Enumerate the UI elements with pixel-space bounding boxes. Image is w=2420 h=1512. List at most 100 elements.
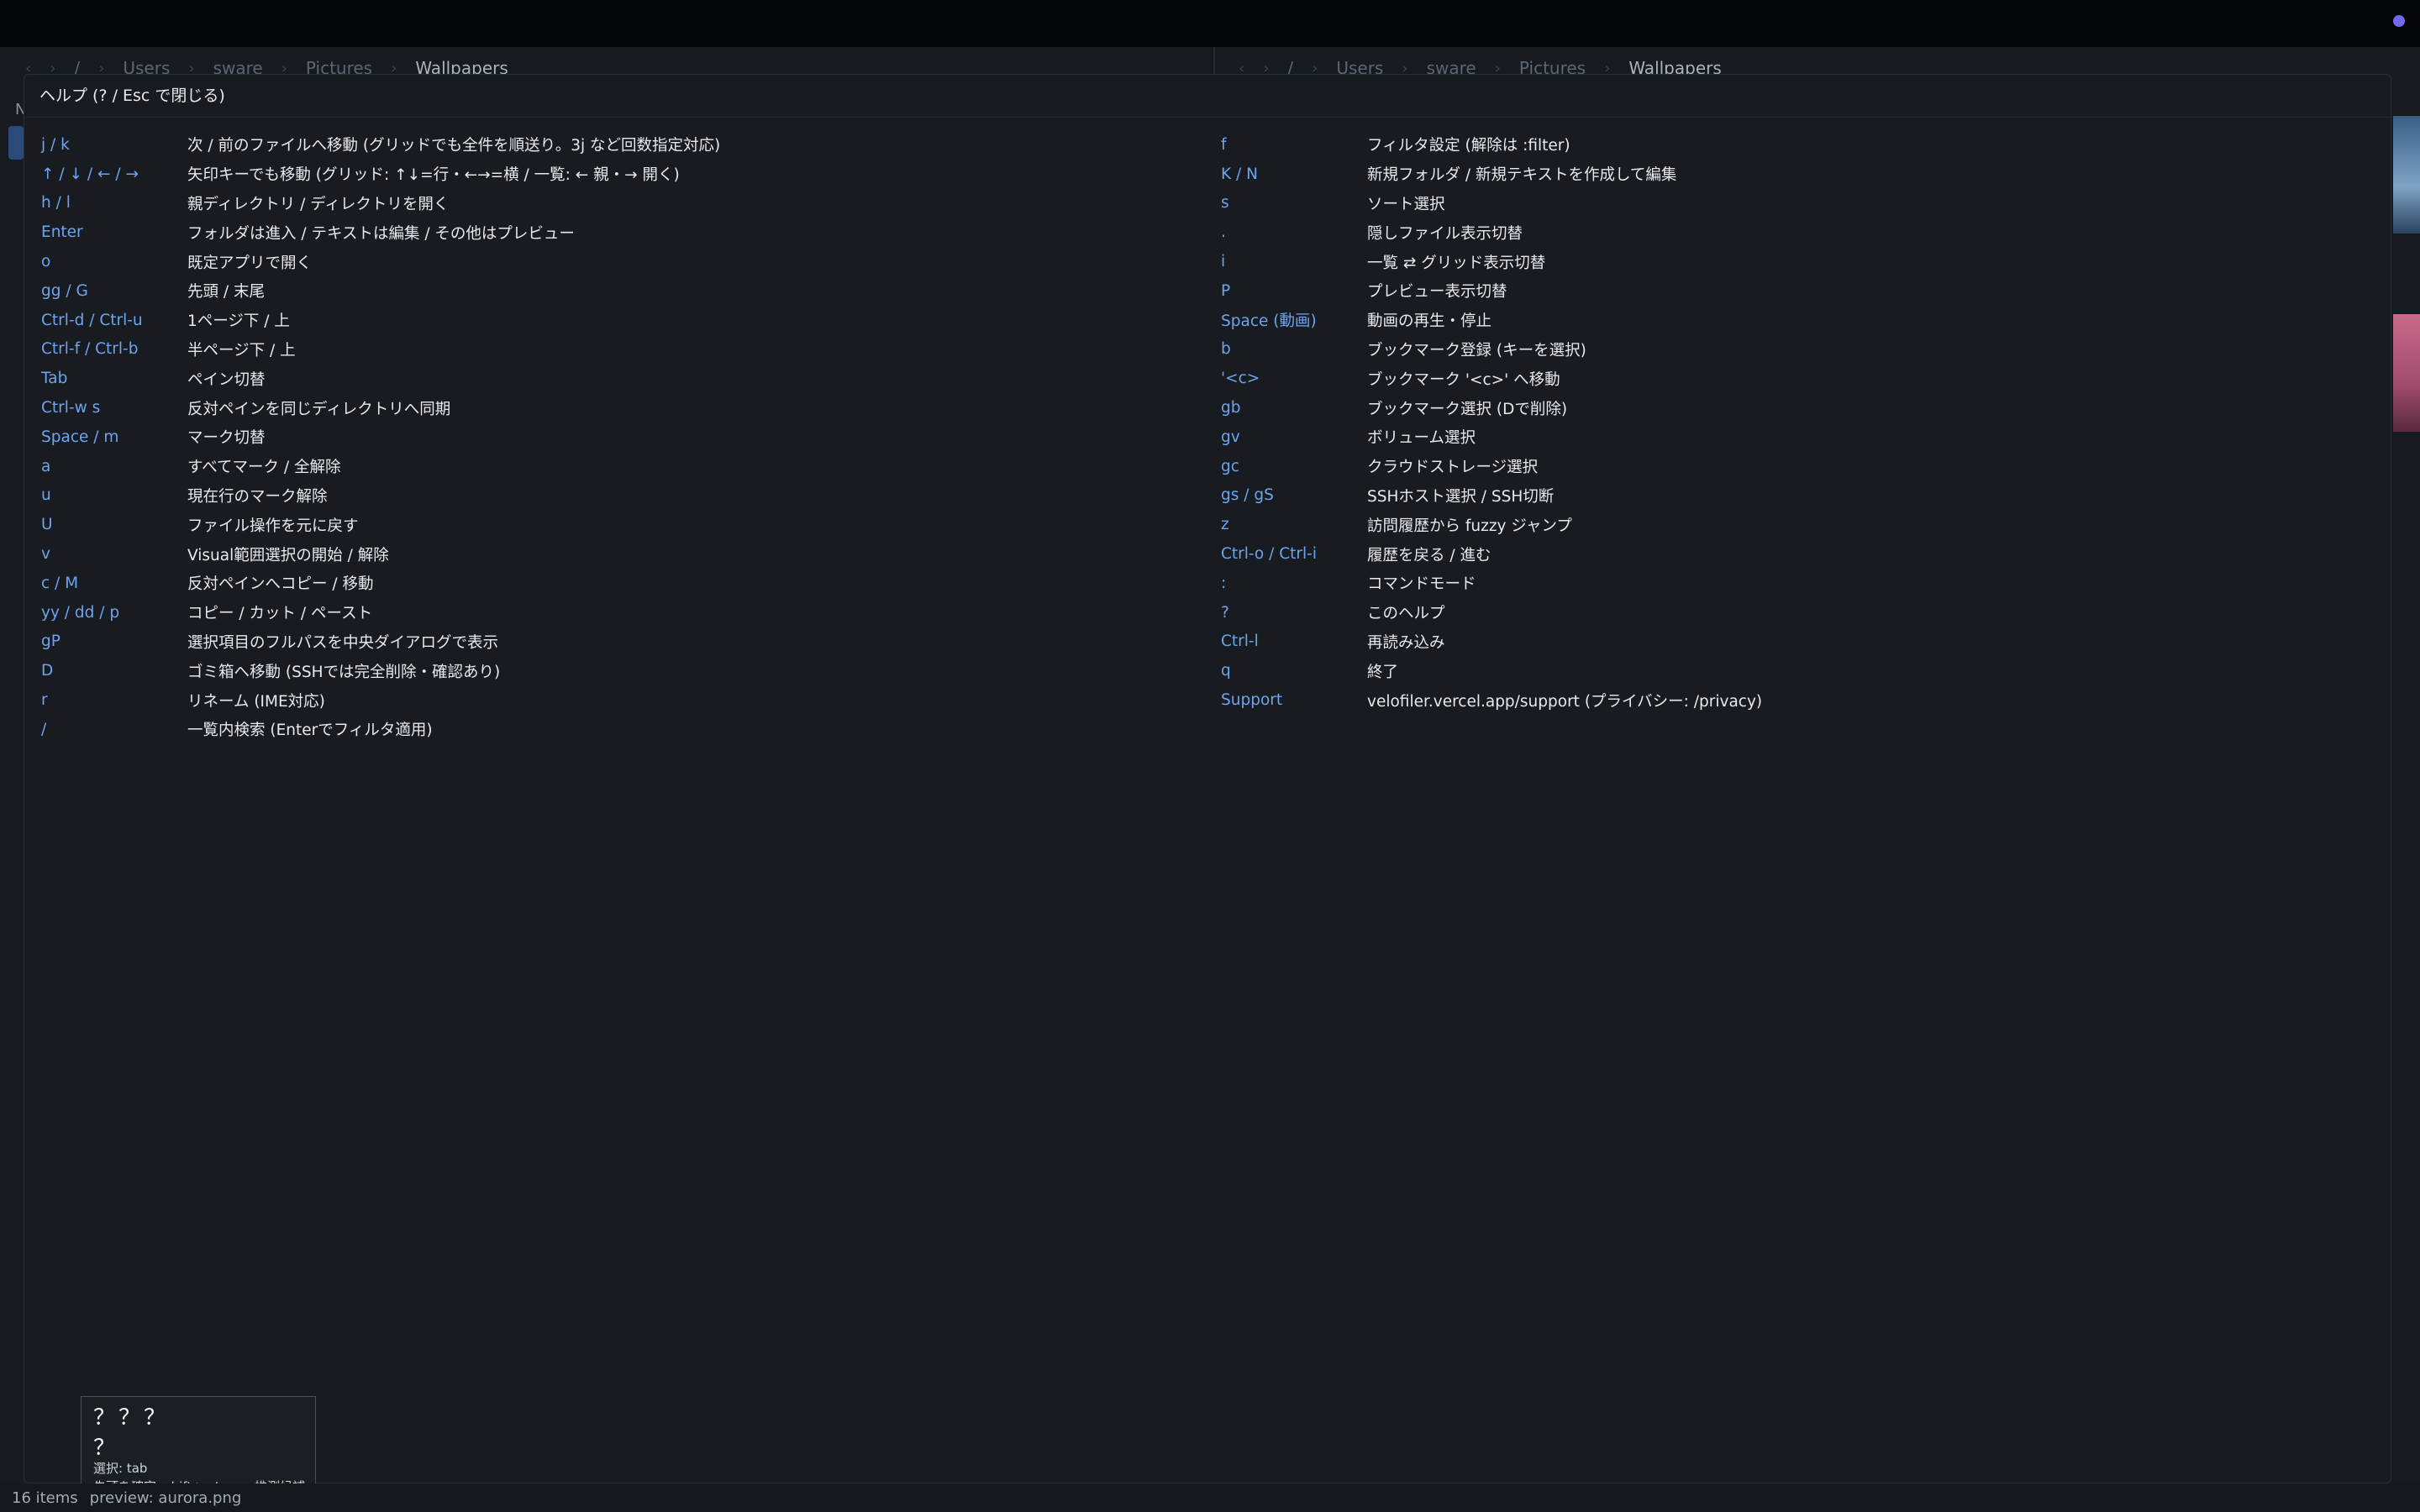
shortcut-row: Ctrl-w s 反対ペインを同じディレクトリへ同期 bbox=[41, 393, 1218, 423]
shortcut-description: リネーム (IME対応) bbox=[187, 692, 325, 711]
shortcut-description: このヘルプ bbox=[1367, 605, 1445, 623]
shortcut-row: gb ブックマーク選択 (Dで削除) bbox=[1221, 393, 2381, 423]
shortcut-key: i bbox=[1221, 253, 1226, 271]
shortcut-description: コピー / カット / ペースト bbox=[187, 605, 373, 623]
shortcut-row: Enter フォルダは進入 / テキストは編集 / その他はプレビュー bbox=[41, 218, 1218, 247]
shortcut-description: すべてマーク / 全解除 bbox=[187, 459, 341, 477]
shortcut-description: 新規フォルダ / 新規テキストを作成して編集 bbox=[1367, 166, 1677, 185]
shortcut-row: Ctrl-f / Ctrl-b 半ページ下 / 上 bbox=[41, 335, 1218, 365]
shortcut-row: j / k 次 / 前のファイルへ移動 (グリッドでも全件を順送り。3j など回数… bbox=[41, 130, 1218, 160]
shortcut-description: クラウドストレージ選択 bbox=[1367, 459, 1539, 477]
shortcut-key: . bbox=[1221, 223, 1226, 242]
shortcut-key: Support bbox=[1221, 691, 1283, 710]
selected-row-highlight bbox=[8, 126, 24, 160]
shortcut-key: / bbox=[41, 720, 47, 738]
shortcut-key: c / M bbox=[41, 574, 79, 592]
shortcut-description: 再読み込み bbox=[1367, 633, 1445, 652]
shortcut-description: velofiler.vercel.app/support (プライバシー: /p… bbox=[1367, 692, 1763, 711]
shortcut-key: D bbox=[41, 662, 54, 680]
shortcut-key: Ctrl-o / Ctrl-i bbox=[1221, 545, 1317, 564]
shortcut-description: フィルタ設定 (解除は :filter) bbox=[1367, 137, 1570, 155]
recording-indicator-icon bbox=[2393, 15, 2405, 27]
shortcut-key: '<c> bbox=[1221, 370, 1260, 388]
shortcut-row: Space / m マーク切替 bbox=[41, 423, 1218, 452]
shortcut-row: Ctrl-l 再読み込み bbox=[1221, 627, 2381, 657]
shortcut-description: 現在行のマーク解除 bbox=[187, 487, 328, 506]
ime-candidate-popup: ？？？ ？ 選択: tab 先頭を確定: shift+return 推測候補 bbox=[81, 1396, 316, 1495]
shortcut-key: f bbox=[1221, 135, 1227, 154]
shortcut-key: z bbox=[1221, 516, 1229, 534]
shortcut-row: yy / dd / p コピー / カット / ペースト bbox=[41, 598, 1218, 627]
shortcut-row: Ctrl-o / Ctrl-i 履歴を戻る / 進む bbox=[1221, 539, 2381, 569]
shortcut-key: Space / m bbox=[41, 428, 119, 446]
shortcut-key: o bbox=[41, 253, 51, 271]
shortcut-row: Support velofiler.vercel.app/support (プライ… bbox=[1221, 685, 2381, 715]
shortcut-row: b ブックマーク登録 (キーを選択) bbox=[1221, 335, 2381, 365]
shortcut-key: Ctrl-w s bbox=[41, 399, 101, 417]
shortcut-description: 既定アプリで開く bbox=[187, 254, 313, 272]
shortcut-key: gP bbox=[41, 633, 60, 651]
shortcut-description: ブックマーク選択 (Dで削除) bbox=[1367, 400, 1568, 418]
shortcut-description: ブックマーク登録 (キーを選択) bbox=[1367, 341, 1586, 360]
shortcut-key: j / k bbox=[41, 135, 70, 154]
shortcut-row: Ctrl-d / Ctrl-u 1ページ下 / 上 bbox=[41, 306, 1218, 335]
preview-filename: preview: aurora.png bbox=[89, 1488, 242, 1507]
shortcut-row: K / N 新規フォルダ / 新規テキストを作成して編集 bbox=[1221, 160, 2381, 189]
shortcut-row: ? このヘルプ bbox=[1221, 598, 2381, 627]
shortcut-description: SSHホスト選択 / SSH切断 bbox=[1367, 487, 1555, 506]
help-left-column: j / k 次 / 前のファイルへ移動 (グリッドでも全件を順送り。3j など回数… bbox=[41, 130, 1218, 744]
shortcut-key: s bbox=[1221, 194, 1229, 213]
shortcut-row: D ゴミ箱へ移動 (SSHでは完全削除・確認あり) bbox=[41, 656, 1218, 685]
shortcut-row: f フィルタ設定 (解除は :filter) bbox=[1221, 130, 2381, 160]
help-right-column: f フィルタ設定 (解除は :filter) K / N 新規フォルダ / 新規テキス… bbox=[1221, 130, 2381, 715]
ime-hint-select: 選択: tab bbox=[93, 1461, 148, 1476]
shortcut-row: gg / G 先頭 / 末尾 bbox=[41, 276, 1218, 306]
shortcut-description: 反対ペインを同じディレクトリへ同期 bbox=[187, 400, 451, 418]
shortcut-row: u 現在行のマーク解除 bbox=[41, 481, 1218, 511]
shortcut-key: gs / gS bbox=[1221, 486, 1274, 505]
shortcut-row: gs / gS SSHホスト選択 / SSH切断 bbox=[1221, 481, 2381, 511]
shortcut-description: 一覧 ⇄ グリッド表示切替 bbox=[1367, 254, 1546, 272]
shortcut-row: v Visual範囲選択の開始 / 解除 bbox=[41, 539, 1218, 569]
shortcut-key: gc bbox=[1221, 457, 1239, 475]
shortcut-description: 選択項目のフルパスを中央ダイアログで表示 bbox=[187, 633, 499, 652]
shortcut-description: 半ページ下 / 上 bbox=[187, 341, 296, 360]
shortcut-row: o 既定アプリで開く bbox=[41, 247, 1218, 276]
shortcut-key: r bbox=[41, 691, 48, 710]
ime-candidate[interactable]: ？ bbox=[93, 1431, 115, 1462]
thumbnail-preview[interactable] bbox=[2393, 314, 2420, 432]
shortcut-description: 一覧内検索 (Enterでフィルタ適用) bbox=[187, 722, 433, 740]
shortcut-description: 履歴を戻る / 進む bbox=[1367, 546, 1491, 564]
shortcut-row: Tab ペイン切替 bbox=[41, 364, 1218, 393]
shortcut-description: 1ページ下 / 上 bbox=[187, 312, 290, 331]
help-title: ヘルプ (? / Esc で閉じる) bbox=[39, 87, 225, 105]
ime-composing-text: ？？？ bbox=[93, 1405, 170, 1431]
shortcut-row: z 訪問履歴から fuzzy ジャンプ bbox=[1221, 510, 2381, 539]
shortcut-key: K / N bbox=[1221, 165, 1258, 183]
shortcut-row: Space (動画) 動画の再生・停止 bbox=[1221, 306, 2381, 335]
shortcut-description: ファイル操作を元に戻す bbox=[187, 517, 359, 535]
thumbnail-preview[interactable] bbox=[2393, 116, 2420, 234]
shortcut-description: ゴミ箱へ移動 (SSHでは完全削除・確認あり) bbox=[187, 663, 501, 681]
shortcut-description: ソート選択 bbox=[1367, 195, 1445, 213]
shortcut-row: r リネーム (IME対応) bbox=[41, 685, 1218, 715]
shortcut-row: h / l 親ディレクトリ / ディレクトリを開く bbox=[41, 189, 1218, 218]
shortcut-description: マーク切替 bbox=[187, 429, 266, 448]
divider bbox=[24, 117, 2391, 118]
shortcut-key: P bbox=[1221, 281, 1231, 300]
shortcut-key: v bbox=[41, 545, 50, 564]
shortcut-row: ↑ / ↓ / ← / → 矢印キーでも移動 (グリッド: ↑↓=行・←→=横 /… bbox=[41, 160, 1218, 189]
shortcut-description: 次 / 前のファイルへ移動 (グリッドでも全件を順送り。3j など回数指定対応) bbox=[187, 137, 721, 155]
status-bar: 16 items preview: aurora.png bbox=[0, 1483, 2420, 1512]
shortcut-row: '<c> ブックマーク '<c>' へ移動 bbox=[1221, 364, 2381, 393]
shortcut-description: 訪問履歴から fuzzy ジャンプ bbox=[1367, 517, 1572, 535]
shortcut-key: ↑ / ↓ / ← / → bbox=[41, 165, 139, 183]
shortcut-key: Tab bbox=[41, 370, 68, 388]
shortcut-key: gb bbox=[1221, 399, 1241, 417]
system-top-bar bbox=[0, 0, 2420, 47]
shortcut-key: U bbox=[41, 516, 53, 534]
item-count: 16 items bbox=[12, 1488, 78, 1507]
shortcut-key: ? bbox=[1221, 603, 1229, 622]
shortcut-key: Ctrl-l bbox=[1221, 633, 1259, 651]
shortcut-key: Ctrl-f / Ctrl-b bbox=[41, 340, 139, 359]
